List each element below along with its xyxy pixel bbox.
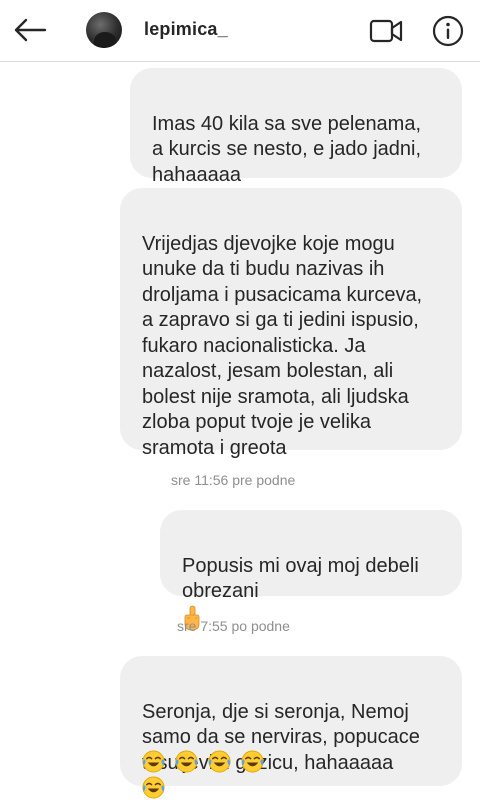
message-bubble[interactable]: Seronja, dje si seronja, Nemoj samo da s… — [120, 656, 462, 799]
message-text: Popusis mi ovaj moj debeli obrezani — [182, 554, 419, 603]
emoji-row — [142, 750, 265, 778]
message-bubble[interactable]: Imas 40 kila sa sve pelenama, a kurcis s… — [130, 68, 462, 211]
message-timestamp: sre 11:56 pre podne — [171, 472, 296, 488]
emoji-row — [142, 776, 166, 801]
avatar[interactable] — [86, 12, 122, 48]
message-timestamp: sre 7:55 po podne — [177, 618, 290, 634]
back-button[interactable] — [10, 12, 50, 48]
arrow-left-icon — [14, 18, 47, 42]
chat-username[interactable]: lepimica_ — [144, 19, 228, 40]
message-bubble[interactable]: Vrijedjas djevojke koje mogu unuke da ti… — [120, 188, 462, 459]
laughing-crying-emoji-icon — [142, 776, 165, 799]
video-call-button[interactable] — [368, 14, 404, 48]
message-text: Imas 40 kila sa sve pelenama, a kurcis s… — [152, 112, 422, 186]
info-button[interactable] — [430, 13, 466, 49]
video-camera-icon — [369, 19, 403, 43]
chat-header: lepimica_ — [0, 0, 480, 62]
info-icon — [432, 15, 464, 47]
message-text: Vrijedjas djevojke koje mogu unuke da ti… — [142, 232, 423, 459]
message-bubble[interactable]: Popusis mi ovaj moj debeli obrezani — [160, 510, 462, 630]
